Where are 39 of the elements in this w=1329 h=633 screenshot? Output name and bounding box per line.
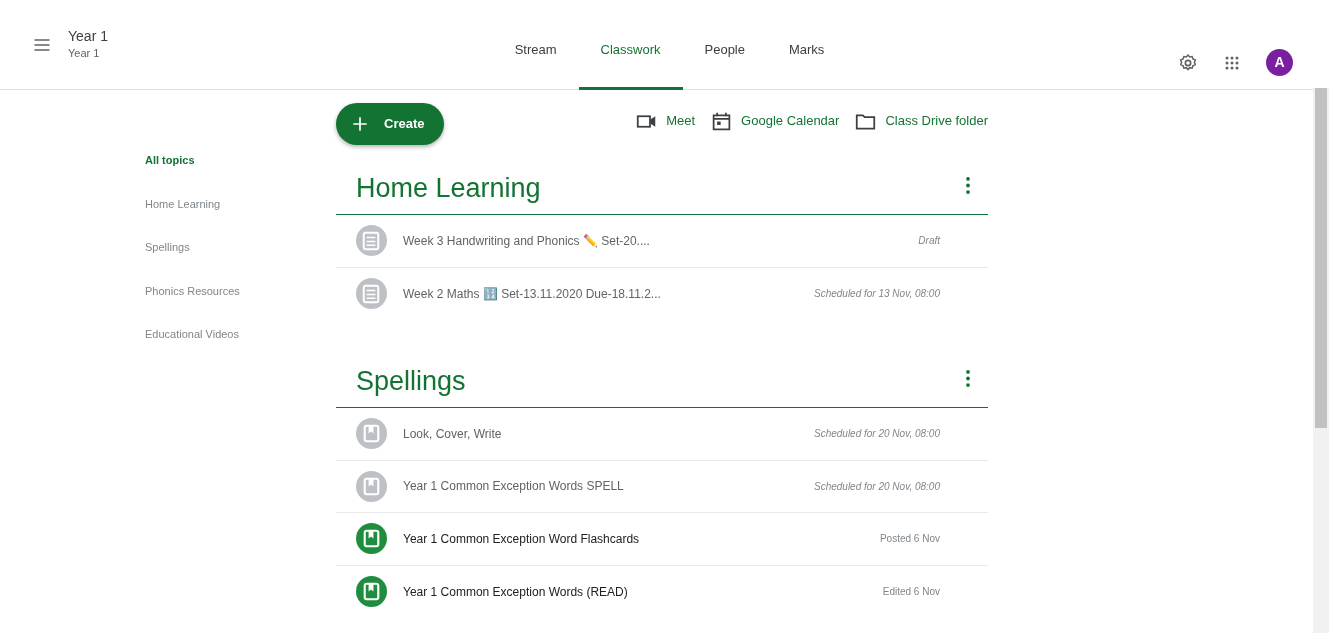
item-title-link[interactable]: Year 1 Common Exception Words SPELL — [403, 477, 814, 496]
account-avatar[interactable]: A — [1266, 49, 1293, 76]
settings-icon — [1178, 52, 1198, 73]
item-status: Scheduled for 20 Nov, 08:00 — [814, 479, 940, 494]
scrollbar[interactable] — [1313, 88, 1329, 633]
item-title-link[interactable]: Week 2 Maths 🔢 Set-13.11.2020 Due-18.11.2... — [403, 284, 814, 303]
item-status: Scheduled for 20 Nov, 08:00 — [814, 427, 940, 442]
item-title-link[interactable]: Look, Cover, Write — [403, 424, 814, 443]
toolbar-link[interactable]: Google Calendar — [711, 110, 840, 132]
plus-icon — [350, 114, 370, 134]
sidebar-item[interactable]: Educational Videos — [145, 326, 239, 343]
tab[interactable]: Classwork — [578, 0, 683, 90]
calendar-icon — [711, 110, 733, 132]
sidebar-item[interactable]: Spellings — [145, 239, 190, 256]
item-title-link[interactable]: Week 3 Handwriting and Phonics ✏ Set-20.... — [403, 231, 919, 250]
topic-heading: Home Learning — [355, 175, 541, 202]
item-status: Draft — [918, 234, 940, 249]
more-options-button[interactable] — [966, 370, 970, 387]
sidebar-item[interactable]: All topics — [145, 152, 195, 169]
item-status: Posted 6 Nov — [879, 532, 940, 547]
sidebar-item[interactable]: Home Learning — [145, 195, 221, 212]
sidebar-item[interactable]: Phonics Resources — [145, 282, 240, 299]
toolbar-link[interactable]: Meet — [636, 110, 696, 132]
create-button[interactable]: Create — [336, 103, 445, 145]
topic-heading: Spellings — [355, 368, 466, 395]
tab[interactable]: Marks — [767, 0, 847, 90]
item-status: Edited 6 Nov — [882, 585, 940, 600]
more-vertical-icon — [966, 177, 970, 194]
class-subtitle: Year 1 — [68, 45, 101, 61]
tab[interactable]: Stream — [492, 0, 579, 90]
item-title-link[interactable]: Year 1 Common Exception Word Flashcards — [403, 529, 880, 548]
more-options-button[interactable] — [966, 177, 970, 194]
toolbar-link[interactable]: Class Drive folder — [855, 110, 988, 132]
settings-button[interactable] — [1178, 52, 1198, 73]
item-status: Scheduled for 13 Nov, 08:00 — [814, 287, 940, 302]
more-vertical-icon — [966, 370, 970, 387]
item-title-link[interactable]: Year 1 Common Exception Words (READ) — [403, 582, 883, 601]
tab[interactable]: People — [682, 0, 767, 90]
class-title: Year 1 — [68, 27, 108, 45]
